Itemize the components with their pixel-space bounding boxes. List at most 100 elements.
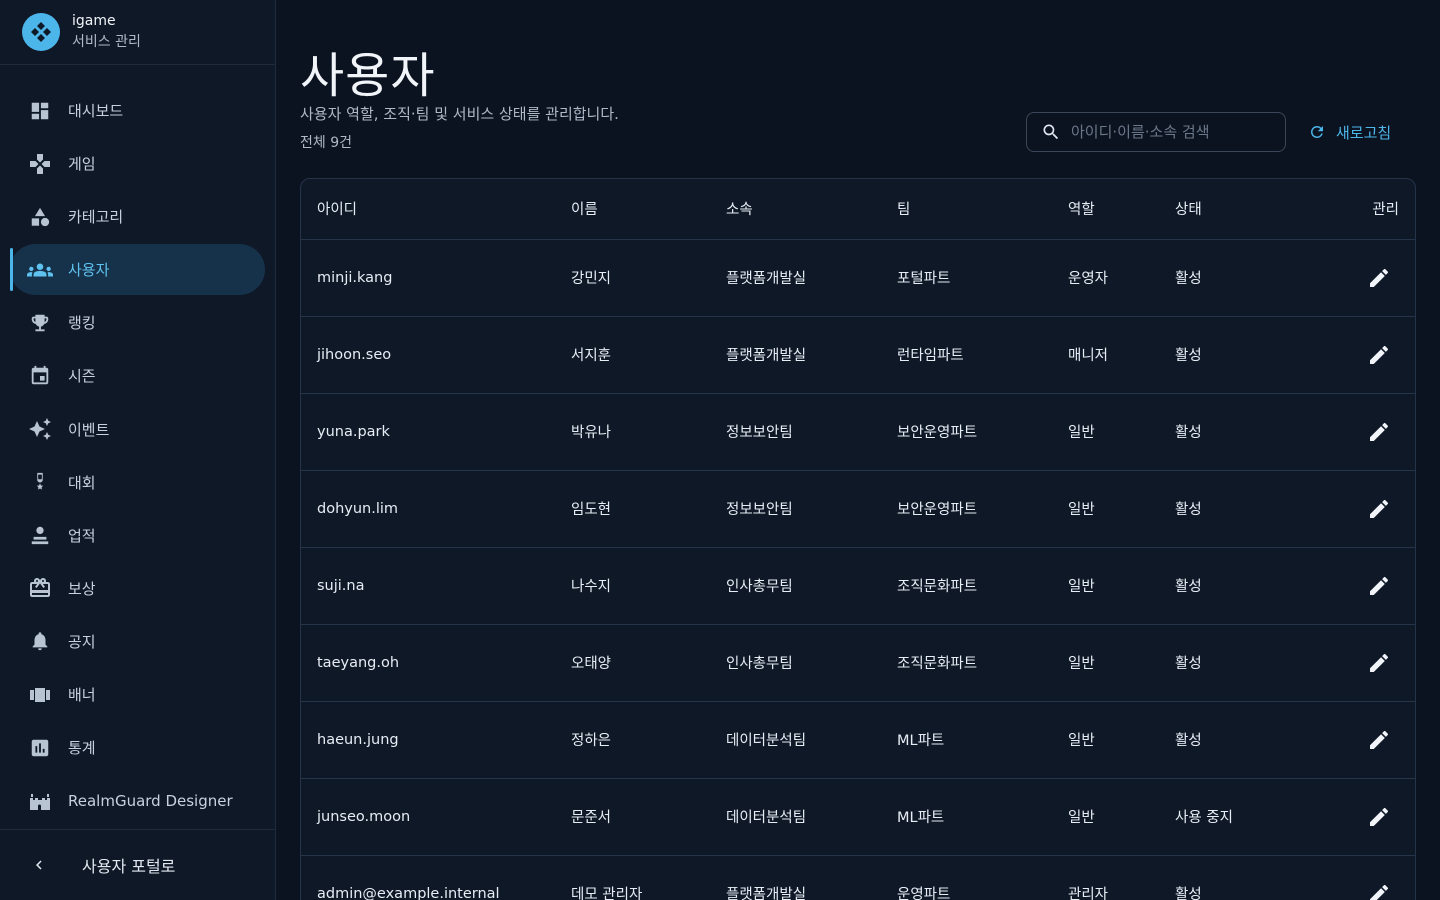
cell-affiliation: 플랫폼개발실: [726, 271, 807, 287]
stats-icon: [26, 736, 54, 760]
table-row[interactable]: jihoon.seo 서지훈 플랫폼개발실 런타임파트 매니저 활성: [301, 316, 1415, 393]
column-header-status[interactable]: 상태: [1175, 179, 1315, 240]
cell-role: 매니저: [1068, 348, 1109, 364]
edit-button[interactable]: [1359, 874, 1399, 900]
refresh-icon: [1308, 123, 1326, 141]
sidebar-item-dashboard[interactable]: 대시보드: [10, 85, 265, 136]
record-count: 전체 9건: [300, 135, 352, 151]
pencil-icon: [1367, 728, 1391, 752]
go-to-user-portal-link[interactable]: 사용자 포털로: [0, 829, 275, 900]
cell-affiliation: 인사총무팀: [726, 579, 793, 595]
sparkle-icon: [26, 417, 54, 441]
pencil-icon: [1367, 266, 1391, 290]
brand[interactable]: igame 서비스 관리: [0, 0, 275, 65]
footer-label: 사용자 포털로: [82, 857, 176, 876]
cell-affiliation: 플랫폼개발실: [726, 348, 807, 364]
cell-role: 관리자: [1068, 887, 1109, 900]
edit-button[interactable]: [1359, 258, 1399, 298]
table-row[interactable]: yuna.park 박유나 정보보안팀 보안운영파트 일반 활성: [301, 393, 1415, 470]
column-header-role[interactable]: 역할: [1068, 179, 1175, 240]
pencil-icon: [1367, 805, 1391, 829]
sidebar-item-categories[interactable]: 카테고리: [10, 191, 265, 242]
edit-button[interactable]: [1359, 335, 1399, 375]
pencil-icon: [1367, 343, 1391, 367]
cell-id: dohyun.lim: [317, 500, 399, 517]
cell-team: 조직문화파트: [897, 656, 978, 672]
brand-name: igame: [72, 12, 116, 29]
sidebar-item-label: 게임: [68, 155, 96, 174]
column-header-team[interactable]: 팀: [897, 179, 1068, 240]
cell-status: 활성: [1175, 579, 1202, 595]
sidebar-item-seasons[interactable]: 시즌: [10, 350, 265, 401]
refresh-button[interactable]: 새로고침: [1308, 120, 1391, 144]
sidebar-item-statistics[interactable]: 통계: [10, 722, 265, 773]
sidebar-item-label: RealmGuard Designer: [68, 791, 233, 810]
edit-button[interactable]: [1359, 797, 1399, 837]
chevron-left-icon: [30, 856, 50, 874]
users-icon: [26, 258, 54, 282]
gift-icon: [26, 576, 54, 600]
cell-team: 보안운영파트: [897, 502, 978, 518]
badge-icon: [26, 523, 54, 547]
sidebar-item-users[interactable]: 사용자: [10, 244, 265, 296]
sidebar-item-ranking[interactable]: 랭킹: [10, 297, 265, 348]
sidebar-item-label: 보상: [68, 579, 96, 598]
table-row[interactable]: junseo.moon 문준서 데이터분석팀 ML파트 일반 사용 중지: [301, 778, 1415, 855]
cell-role: 일반: [1068, 579, 1095, 595]
cell-status: 사용 중지: [1175, 810, 1233, 826]
page-description: 사용자 역할, 조직·팀 및 서비스 상태를 관리합니다.: [300, 105, 619, 123]
table-row[interactable]: suji.na 나수지 인사총무팀 조직문화파트 일반 활성: [301, 547, 1415, 624]
gamepad-logo-icon: [22, 13, 60, 51]
table-row[interactable]: taeyang.oh 오태양 인사총무팀 조직문화파트 일반 활성: [301, 624, 1415, 701]
sidebar-item-label: 업적: [68, 526, 96, 545]
cell-id: jihoon.seo: [317, 346, 392, 363]
users-table: 아이디 이름 소속 팀 역할 상태 관리 minji.kang 강민지 플랫폼개…: [300, 178, 1416, 900]
cell-status: 활성: [1175, 887, 1202, 900]
cell-actions: [1315, 855, 1415, 900]
cell-name: 나수지: [571, 579, 612, 595]
cell-name: 문준서: [571, 810, 612, 826]
table-row[interactable]: minji.kang 강민지 플랫폼개발실 포털파트 운영자 활성: [301, 239, 1415, 316]
edit-button[interactable]: [1359, 412, 1399, 452]
pencil-icon: [1367, 497, 1391, 521]
sidebar-item-rewards[interactable]: 보상: [10, 563, 265, 614]
sidebar-item-events[interactable]: 이벤트: [10, 404, 265, 455]
sidebar-item-label: 통계: [68, 739, 96, 758]
column-header-id[interactable]: 아이디: [301, 179, 571, 240]
sidebar-item-realmguard-designer[interactable]: RealmGuard Designer: [10, 775, 265, 826]
cell-actions: [1315, 624, 1415, 701]
cell-team: 조직문화파트: [897, 579, 978, 595]
sidebar-item-tournaments[interactable]: 대회: [10, 457, 265, 508]
cell-actions: [1315, 239, 1415, 316]
cell-role: 일반: [1068, 502, 1095, 518]
table-row[interactable]: haeun.jung 정하은 데이터분석팀 ML파트 일반 활성: [301, 701, 1415, 778]
column-header-affiliation[interactable]: 소속: [726, 179, 897, 240]
sidebar-item-label: 카테고리: [68, 208, 124, 227]
search-input[interactable]: [1071, 123, 1271, 141]
cell-name: 오태양: [571, 656, 612, 672]
table-row[interactable]: dohyun.lim 임도현 정보보안팀 보안운영파트 일반 활성: [301, 470, 1415, 547]
banner-icon: [26, 683, 54, 707]
cell-affiliation: 플랫폼개발실: [726, 887, 807, 900]
cell-actions: [1315, 547, 1415, 624]
cell-team: 보안운영파트: [897, 425, 978, 441]
cell-status: 활성: [1175, 502, 1202, 518]
sidebar-item-achievements[interactable]: 업적: [10, 510, 265, 561]
edit-button[interactable]: [1359, 720, 1399, 760]
sidebar-item-banners[interactable]: 배너: [10, 669, 265, 720]
edit-button[interactable]: [1359, 489, 1399, 529]
refresh-label: 새로고침: [1336, 123, 1392, 142]
cell-team: ML파트: [897, 733, 945, 749]
cell-actions: [1315, 316, 1415, 393]
cell-id: junseo.moon: [317, 808, 411, 825]
table-row[interactable]: admin@example.internal 데모 관리자 플랫폼개발실 운영파…: [301, 855, 1415, 900]
sidebar-item-games[interactable]: 게임: [10, 138, 265, 189]
cell-id: admin@example.internal: [317, 885, 500, 900]
edit-button[interactable]: [1359, 643, 1399, 683]
sidebar-item-notices[interactable]: 공지: [10, 616, 265, 667]
edit-button[interactable]: [1359, 566, 1399, 606]
column-header-name[interactable]: 이름: [571, 179, 726, 240]
cell-status: 활성: [1175, 348, 1202, 364]
pencil-icon: [1367, 882, 1391, 900]
cell-role: 일반: [1068, 656, 1095, 672]
